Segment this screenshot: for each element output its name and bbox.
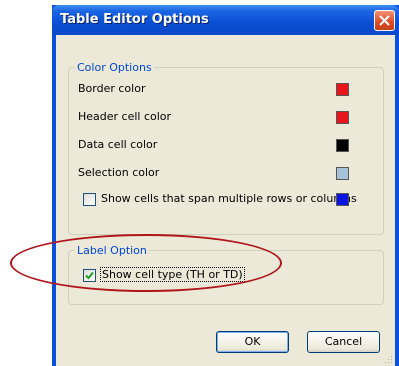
label-option-legend: Label Option	[77, 244, 147, 257]
ok-button[interactable]: OK	[216, 331, 289, 353]
header-cell-color-label: Header cell color	[78, 110, 172, 123]
data-cell-color-label: Data cell color	[78, 138, 158, 151]
selection-color-label: Selection color	[78, 166, 160, 179]
data-cell-color-swatch[interactable]	[336, 139, 349, 152]
span-cells-color-swatch[interactable]	[336, 193, 349, 206]
cancel-button[interactable]: Cancel	[307, 331, 380, 353]
show-cell-type-checkbox[interactable]	[83, 269, 96, 282]
header-cell-color-swatch[interactable]	[336, 111, 349, 124]
resize-grip-icon[interactable]	[383, 354, 393, 364]
dialog-body: Color Options Border color Header cell c…	[56, 35, 395, 366]
color-options-legend: Color Options	[77, 61, 152, 74]
close-button[interactable]	[374, 10, 395, 31]
close-icon	[379, 15, 390, 26]
table-editor-options-dialog: Table Editor Options Color Options Borde…	[52, 5, 399, 366]
span-cells-label[interactable]: Show cells that span multiple rows or co…	[101, 192, 357, 205]
dialog-title: Table Editor Options	[60, 12, 209, 27]
title-bar[interactable]: Table Editor Options	[52, 5, 399, 35]
show-cell-type-label[interactable]: Show cell type (TH or TD)	[100, 267, 245, 282]
border-color-label: Border color	[78, 82, 146, 95]
checkmark-icon	[85, 271, 94, 280]
selection-color-swatch[interactable]	[336, 167, 349, 180]
span-cells-checkbox[interactable]	[83, 193, 96, 206]
border-color-swatch[interactable]	[336, 83, 349, 96]
